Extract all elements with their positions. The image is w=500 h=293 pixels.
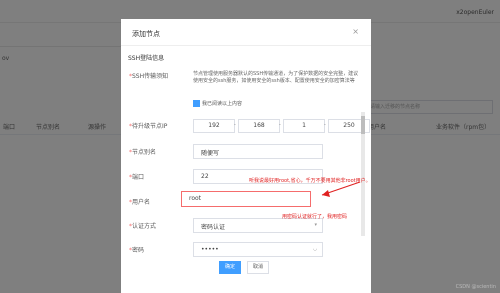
auth-annotation: 用密码认证就行了，我用密码 — [282, 214, 348, 220]
watermark: CSDN @scientin — [455, 284, 496, 290]
annotation-arrow — [321, 181, 361, 197]
root-annotation: 听我说最好用root,省心，千万不要用其他非root用户。 — [249, 178, 371, 184]
